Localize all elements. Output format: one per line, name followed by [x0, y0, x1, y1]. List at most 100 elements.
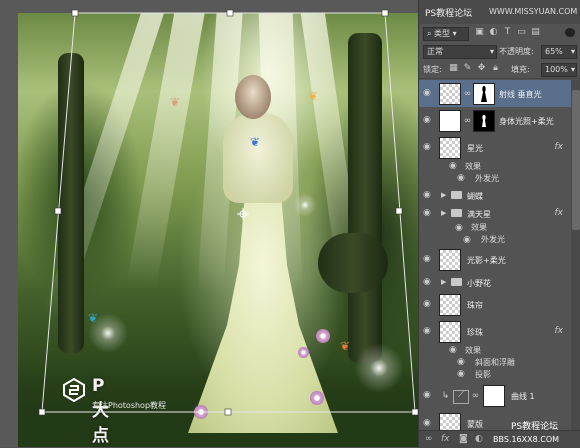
butterfly: ❦ — [88, 311, 99, 325]
canvas-area[interactable]: ❦ ❦ ❦ ❦ ❦ P大点S 专注Photoshop教程 — [0, 0, 418, 447]
adjustment-icon[interactable]: ◐ — [475, 434, 483, 444]
fx-icon[interactable]: fx — [555, 208, 564, 218]
layer-name: 珍珠 — [467, 328, 483, 337]
eye-icon[interactable]: ◉ — [457, 370, 469, 379]
eye-icon[interactable]: ◉ — [423, 391, 435, 400]
layer-row[interactable]: ◉ 光影+柔光 — [419, 246, 571, 274]
eye-icon[interactable]: ◉ — [423, 278, 435, 287]
layer-row[interactable]: ◉ ↳ ⟋ ∞ 曲线 1 — [419, 382, 571, 411]
eye-icon[interactable]: ◉ — [449, 346, 461, 355]
add-mask-icon[interactable]: ◙ — [459, 434, 468, 444]
filter-smart-object-icon[interactable]: ▤ — [531, 28, 540, 37]
layer-group-row[interactable]: ◉ ▶ 满天星 fx ◉ 效果 ◉ 外发光 — [419, 204, 571, 247]
eye-icon[interactable]: ◉ — [423, 89, 435, 98]
expand-arrow-icon[interactable]: ▶ — [441, 278, 446, 286]
mask-figure-icon — [482, 115, 486, 127]
flower — [194, 405, 208, 419]
filter-shape-icon[interactable]: ▭ — [517, 28, 526, 37]
layers-scrollbar[interactable] — [571, 80, 580, 430]
layer-row[interactable]: ◉ ∞ 射线 垂直光 — [419, 80, 571, 108]
effects-label: 效果 — [471, 223, 487, 232]
layer-name: 射线 垂直光 — [499, 90, 542, 99]
filter-type-icon[interactable]: T — [503, 28, 512, 37]
effect-item: 斜面和浮雕 — [475, 358, 515, 367]
effect-item: 外发光 — [481, 235, 505, 244]
eye-icon[interactable]: ◉ — [449, 162, 461, 171]
eye-icon[interactable]: ◉ — [423, 116, 435, 125]
filter-kind-select[interactable]: ⌕ 类型 ▾ — [423, 27, 469, 41]
layer-row[interactable]: ◉ ∞ 身体光照+柔光 — [419, 107, 571, 135]
lock-icon[interactable]: 🔒︎ — [491, 64, 500, 73]
butterfly: ❦ — [170, 95, 181, 109]
footer-site-name: PS教程论坛 — [511, 422, 559, 432]
blend-mode-value: 正常 — [427, 47, 443, 56]
expand-arrow-icon[interactable]: ▶ — [441, 209, 446, 217]
eye-icon[interactable]: ◉ — [423, 209, 435, 218]
fx-icon[interactable]: fx — [555, 142, 564, 152]
folder-icon — [451, 209, 462, 217]
layer-row[interactable]: ◉ 珠帘 — [419, 291, 571, 319]
link-layers-icon[interactable]: ∞ — [425, 434, 433, 444]
layer-group-row[interactable]: ◉ ▶ 小野花 — [419, 273, 571, 292]
opacity-input[interactable]: 65% ▾ — [541, 45, 577, 59]
lock-move-icon[interactable]: ✥ — [477, 64, 486, 73]
butterfly: ❦ — [250, 135, 261, 149]
eye-icon[interactable]: ◉ — [423, 300, 435, 309]
tree-trunk — [58, 53, 84, 353]
eye-icon[interactable]: ◉ — [457, 358, 469, 367]
layer-name: 蒙版 — [467, 420, 483, 429]
eye-icon[interactable]: ◉ — [423, 255, 435, 264]
layer-mask-thumbnail[interactable] — [483, 385, 505, 407]
layer-row[interactable]: ◉ 星光 fx ◉ 效果 ◉ 外发光 — [419, 134, 571, 187]
effect-item: 外发光 — [475, 174, 499, 183]
layers-panel: PS教程论坛 WWW.MISSYUAN.COM ⌕ 类型 ▾ ▣ ◐ T ▭ ▤… — [418, 0, 580, 448]
eye-icon[interactable]: ◉ — [423, 419, 435, 428]
layer-mask-thumbnail[interactable] — [473, 83, 495, 105]
filter-pixel-icon[interactable]: ▣ — [475, 28, 484, 37]
eye-icon[interactable]: ◉ — [423, 143, 435, 152]
tree-root — [318, 233, 388, 293]
layer-row[interactable]: ◉ 珍珠 fx ◉ 效果 ◉ 斜面和浮雕 ◉ 投影 — [419, 318, 571, 383]
layer-name: 曲线 1 — [511, 392, 535, 401]
ps-logo-icon — [63, 378, 85, 402]
flower — [298, 347, 309, 358]
layer-mask-thumbnail[interactable] — [473, 110, 495, 132]
blend-mode-select[interactable]: 正常 ▾ — [423, 45, 497, 59]
eye-icon[interactable]: ◉ — [455, 224, 467, 233]
layer-name: 珠帘 — [467, 301, 483, 310]
chevron-down-icon: ▾ — [452, 29, 457, 38]
add-style-icon[interactable]: fx — [441, 434, 450, 444]
sparkle — [354, 343, 404, 393]
effects-label: 效果 — [465, 346, 481, 355]
chain-link-icon[interactable]: ∞ — [463, 117, 472, 126]
eye-icon[interactable]: ◉ — [457, 174, 469, 183]
expand-arrow-icon[interactable]: ▶ — [441, 191, 446, 199]
flower — [310, 391, 324, 405]
lock-transparent-icon[interactable]: ▦ — [449, 64, 458, 73]
opacity-value: 65% — [545, 47, 563, 56]
layer-group-row[interactable]: ◉ ▶ 蝴蝶 — [419, 186, 571, 205]
layer-name: 星光 — [467, 144, 483, 153]
eye-icon[interactable]: ◉ — [423, 191, 435, 200]
eye-icon[interactable]: ◉ — [463, 236, 475, 245]
folder-icon — [451, 191, 462, 199]
layer-thumbnail — [439, 321, 461, 343]
watermark-brand: P大点S — [92, 376, 110, 447]
curves-adjustment-icon[interactable]: ⟋ — [453, 390, 469, 404]
lock-fill-row: 锁定: ▦ ✎ ✥ 🔒︎ 填充: 100% ▾ — [419, 60, 580, 79]
butterfly: ❦ — [308, 89, 319, 103]
filter-toggle[interactable] — [565, 28, 575, 37]
scrollbar-thumb[interactable] — [572, 90, 580, 230]
bride-head — [235, 75, 271, 119]
layer-thumbnail — [439, 413, 461, 430]
eye-icon[interactable]: ◉ — [423, 327, 435, 336]
fill-input[interactable]: 100% ▾ — [541, 63, 577, 77]
lock-paint-icon[interactable]: ✎ — [463, 64, 472, 73]
search-icon: ⌕ — [427, 29, 432, 38]
site-banner: PS教程论坛 WWW.MISSYUAN.COM — [419, 0, 580, 24]
fx-icon[interactable]: fx — [555, 326, 564, 336]
chain-link-icon[interactable]: ∞ — [471, 392, 480, 401]
chain-link-icon[interactable]: ∞ — [463, 90, 472, 99]
filter-adjustment-icon[interactable]: ◐ — [489, 28, 498, 37]
effect-item: 投影 — [475, 370, 491, 379]
